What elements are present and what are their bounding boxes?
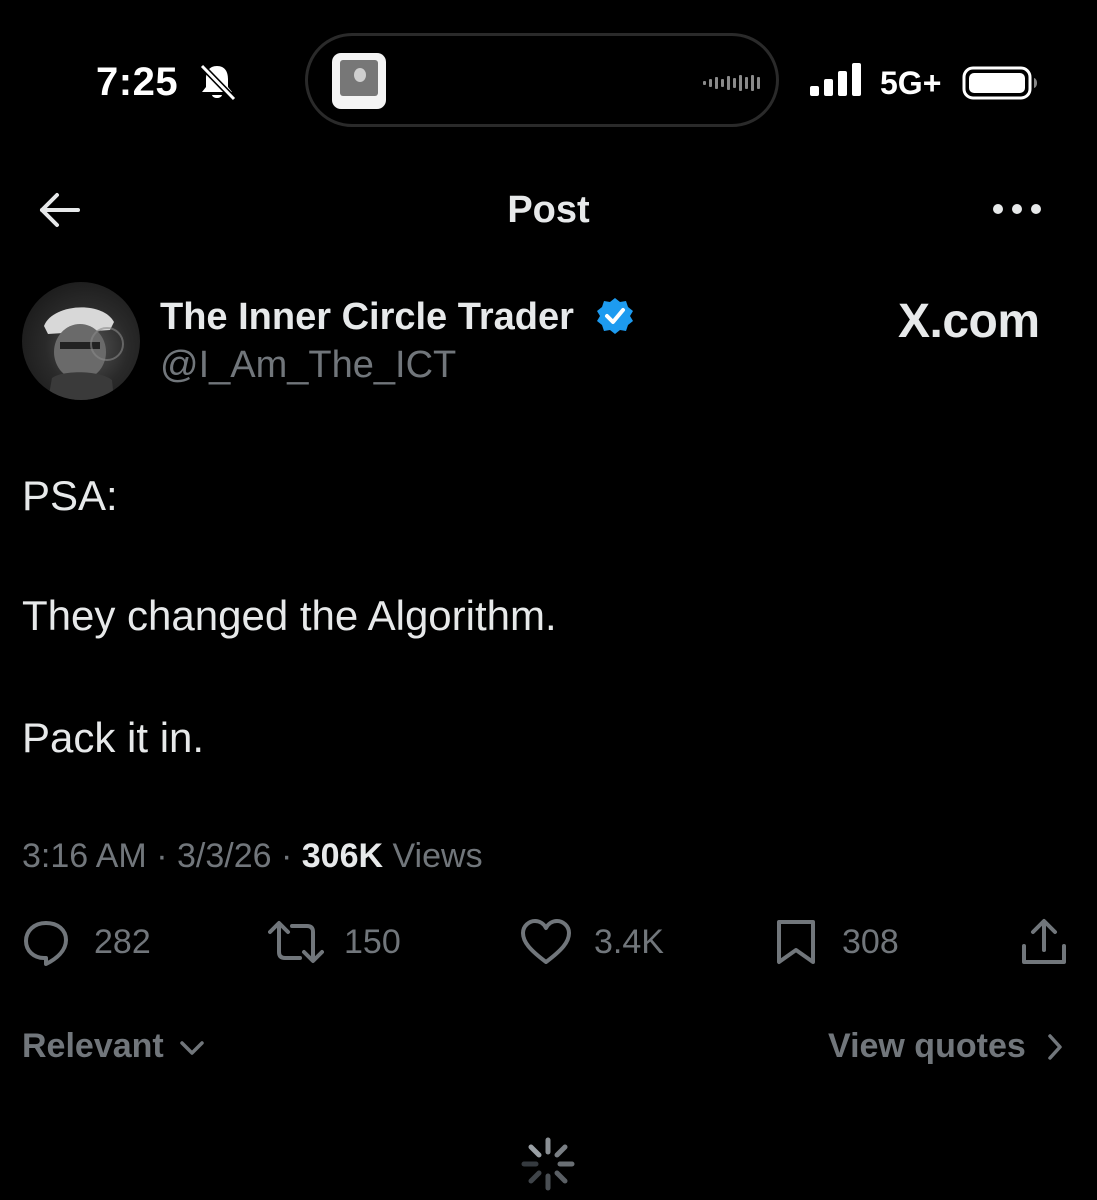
post-text-line: PSA: (22, 472, 118, 519)
loading-spinner-icon (521, 1137, 575, 1191)
repost-button[interactable]: 150 (268, 918, 418, 966)
meta-separator: · (280, 837, 293, 875)
post-meta: 3:16 AM · 3/3/26 · 306K Views (22, 836, 483, 876)
bookmark-icon (777, 920, 815, 964)
avatar-photo (44, 307, 124, 400)
dynamic-island[interactable] (305, 33, 779, 127)
post-text-line: Pack it in. (22, 714, 205, 761)
network-type: 5G+ (880, 65, 942, 101)
audio-waveform-icon (703, 75, 760, 91)
verified-badge-icon (597, 298, 633, 334)
like-button[interactable]: 3.4K (520, 918, 680, 966)
avatar[interactable] (22, 282, 140, 400)
author-handle[interactable]: @I_Am_The_ICT (160, 343, 456, 387)
views-label: Views (392, 837, 483, 875)
page-title: Post (507, 189, 590, 231)
reply-icon (24, 921, 68, 966)
share-icon[interactable] (1020, 918, 1068, 966)
now-playing-thumbnail (332, 53, 386, 109)
bookmark-count: 308 (842, 923, 899, 961)
heart-icon (521, 919, 571, 964)
battery-icon (962, 66, 1037, 100)
repost-count: 150 (344, 923, 401, 961)
reply-count: 282 (94, 923, 151, 961)
status-time: 7:25 (96, 60, 179, 104)
reply-button[interactable]: 282 (22, 918, 172, 966)
like-count: 3.4K (594, 923, 664, 961)
cellular-signal-icon (810, 63, 861, 96)
bell-slash-icon (199, 63, 237, 102)
meta-separator: · (156, 837, 168, 875)
views-count: 306K (301, 837, 384, 875)
post-time[interactable]: 3:16 AM (22, 837, 147, 875)
post-date[interactable]: 3/3/26 (177, 837, 272, 875)
repost-icon (268, 921, 324, 963)
more-horizontal-icon[interactable] (992, 200, 1042, 218)
x-com-watermark: X.com (898, 295, 1040, 348)
author-display-name[interactable]: The Inner Circle Trader (160, 295, 574, 339)
view-quotes-link[interactable]: View quotes (828, 1026, 1026, 1066)
bookmark-button[interactable]: 308 (774, 918, 924, 966)
chevron-down-icon[interactable] (178, 1036, 206, 1060)
sort-relevant-button[interactable]: Relevant (22, 1026, 164, 1066)
chevron-right-icon[interactable] (1044, 1032, 1066, 1062)
post-text-line: They changed the Algorithm. (22, 592, 557, 639)
